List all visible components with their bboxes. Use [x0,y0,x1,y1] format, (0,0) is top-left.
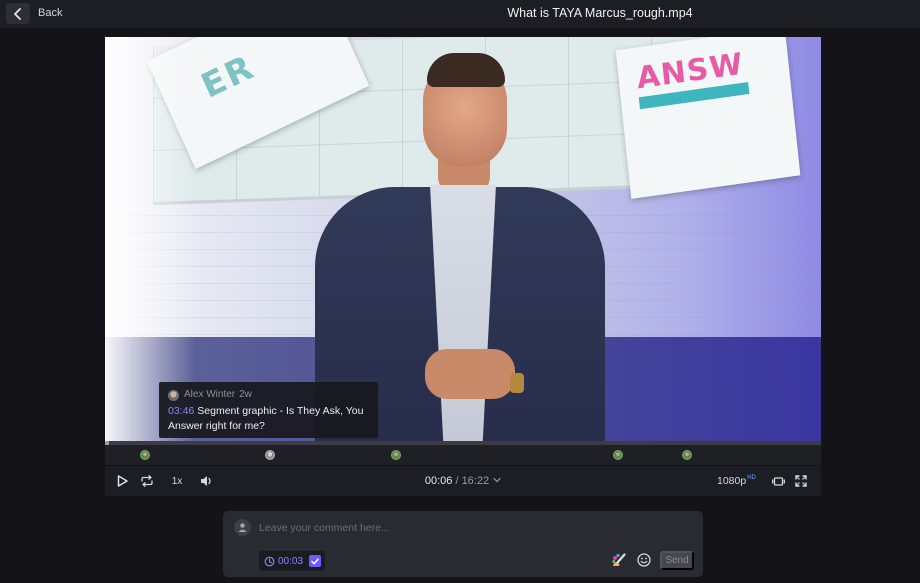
timestamp-value: 00:03 [278,555,304,567]
comment-timestamp[interactable]: 03:46 [168,405,194,417]
comment-body: 03:46 Segment graphic - Is They Ask, You … [168,404,373,434]
timecode[interactable]: 00:06 / 16:22 [105,475,821,487]
user-avatar [234,519,251,536]
comment-composer: 00:03 Send [223,511,703,577]
comment-popup[interactable]: Alex Winter 2w 03:46 Segment graphic - Is … [159,382,378,438]
timestamp-toggle[interactable]: 00:03 [259,551,325,571]
comment-marker[interactable] [265,450,276,460]
comment-marker[interactable] [140,450,151,460]
fullscreen-button[interactable] [793,466,809,496]
quality-label: 1080p [717,475,747,487]
total-time: 16:22 [461,475,490,487]
check-icon [311,557,319,564]
comment-age: 2w [239,389,252,400]
chevron-down-icon [493,477,501,483]
send-button[interactable]: Send [660,551,694,570]
comment-input[interactable] [259,519,659,537]
clock-icon [264,556,275,566]
avatar [168,390,179,401]
user-icon [238,523,247,532]
player-controls: 1x 00:06 / 16:22 1080pHD [105,466,821,496]
fullscreen-icon [795,475,807,487]
timestamp-checkbox[interactable] [309,555,322,567]
current-time: 00:06 [424,475,453,487]
top-bar: Back What is TAYA Marcus_rough.mp4 [0,0,920,28]
fit-screen-button[interactable] [770,466,786,496]
comment-author-name: Alex Winter [184,389,236,400]
comment-marker[interactable] [682,450,693,460]
quality-badge: HD [747,475,756,481]
time-separator: / [455,475,459,487]
file-title: What is TAYA Marcus_rough.mp4 [507,6,693,20]
emoji-icon[interactable] [636,552,652,568]
quality-selector[interactable]: 1080pHD [717,475,756,487]
comment-author: Alex Winter 2w [184,389,252,400]
comment-marker[interactable] [613,450,624,460]
video-frame[interactable]: ER ANSW [105,37,821,441]
comment-marker[interactable] [390,450,401,460]
video-presenter [105,37,821,441]
fit-screen-icon [771,476,785,486]
comment-text: Segment graphic - Is They Ask, You Answe… [168,405,364,432]
comment-markers-track [105,445,821,465]
draw-icon[interactable] [611,552,627,568]
